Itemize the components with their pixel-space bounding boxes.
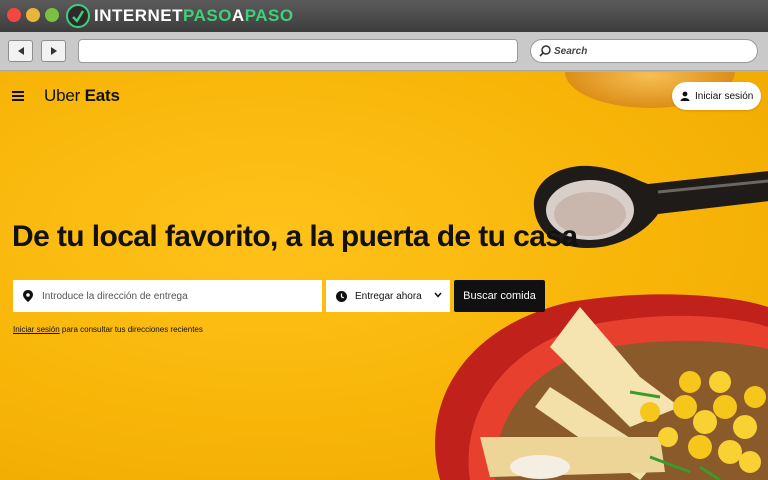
close-window-button[interactable] <box>7 8 21 22</box>
uber-eats-logo[interactable]: Uber Eats <box>44 86 120 106</box>
browser-search-field[interactable]: Search <box>530 39 758 63</box>
location-pin-icon <box>23 290 33 302</box>
brand-logo-icon <box>66 4 90 28</box>
delivery-time-select[interactable]: Entregar ahora <box>326 280 450 312</box>
forward-button[interactable] <box>41 40 66 62</box>
signin-button[interactable]: Iniciar sesión <box>672 82 761 110</box>
ramen-bowl-image <box>435 294 768 480</box>
delivery-time-label: Entregar ahora <box>355 290 422 302</box>
hero-headline: De tu local favorito, a la puerta de tu … <box>12 220 578 253</box>
uber-eats-page: Uber Eats Iniciar sesión De tu local fav… <box>0 72 768 480</box>
address-bar[interactable] <box>78 39 518 63</box>
user-icon <box>680 91 690 101</box>
recent-addresses-hint: Iniciar sesión para consultar tus direcc… <box>13 325 203 334</box>
arrow-right-icon <box>50 47 57 55</box>
browser-toolbar: Search <box>0 32 768 71</box>
search-icon <box>539 45 551 57</box>
maximize-window-button[interactable] <box>45 8 59 22</box>
find-food-button[interactable]: Buscar comida <box>454 280 545 312</box>
chevron-down-icon <box>434 292 442 298</box>
arrow-left-icon <box>17 47 24 55</box>
signin-button-label: Iniciar sesión <box>695 90 754 102</box>
signin-link[interactable]: Iniciar sesión <box>13 325 60 334</box>
menu-icon[interactable] <box>12 91 24 101</box>
delivery-address-field[interactable] <box>13 280 322 312</box>
browser-titlebar: INTERNETPASOAPASO <box>0 0 768 32</box>
recent-addresses-text: para consultar tus direcciones recientes <box>59 325 203 334</box>
brand-watermark: INTERNETPASOAPASO <box>94 6 294 25</box>
clock-icon <box>336 290 347 302</box>
minimize-window-button[interactable] <box>26 8 40 22</box>
browser-search-placeholder: Search <box>554 45 588 57</box>
delivery-address-input[interactable] <box>42 290 302 302</box>
back-button[interactable] <box>8 40 33 62</box>
